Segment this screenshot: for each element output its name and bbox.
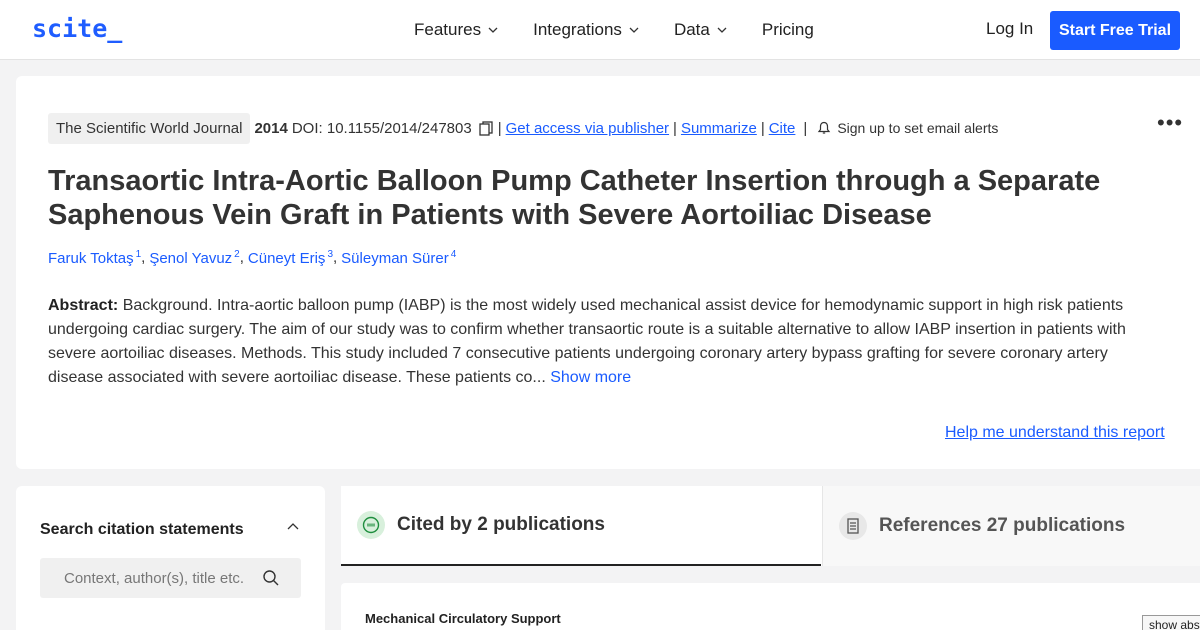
show-more-link[interactable]: Show more [550, 369, 631, 386]
search-heading: Search citation statements [40, 521, 244, 538]
nav-links: Features Integrations Data Pricing [414, 0, 814, 60]
nav-integrations[interactable]: Integrations [533, 20, 640, 40]
nav-data-label: Data [673, 20, 710, 39]
chevron-down-icon [629, 27, 639, 33]
nav-features-label: Features [414, 20, 482, 39]
nav-data[interactable]: Data [674, 20, 728, 40]
document-icon [839, 512, 867, 540]
nav-pricing[interactable]: Pricing [762, 20, 814, 40]
author-name: Cüneyt Eriş [247, 250, 326, 267]
tab-cited-by-label: Cited by 2 publications [397, 514, 605, 535]
author-name: Süleyman Sürer [341, 250, 449, 267]
search-box [40, 558, 301, 598]
search-icon[interactable] [262, 569, 280, 587]
login-link[interactable]: Log In [986, 19, 1033, 39]
author-name: Faruk Toktaş [48, 250, 134, 267]
abstract: Abstract: Background. Intra-aortic ballo… [48, 294, 1148, 390]
author-separator: , [239, 249, 244, 266]
chevron-up-icon[interactable] [286, 520, 300, 534]
author-separator: , [333, 249, 338, 266]
doi-text: DOI: 10.1155/2014/247803 [291, 119, 472, 137]
abstract-label: Abstract: [48, 297, 119, 314]
start-free-trial-button[interactable]: Start Free Trial [1050, 11, 1180, 50]
nav-pricing-label: Pricing [761, 20, 814, 39]
scite-logo[interactable]: scite_ [32, 14, 122, 43]
separator: | [760, 119, 765, 137]
author-separator: , [141, 249, 146, 266]
help-understand-link[interactable]: Help me understand this report [945, 424, 1165, 442]
separator: | [497, 119, 502, 137]
quote-bubble-icon [357, 511, 385, 539]
get-access-link[interactable]: Get access via publisher [506, 120, 669, 137]
chevron-down-icon [488, 27, 498, 33]
top-navigation: scite_ Features Integrations Data Pricin… [0, 0, 1200, 60]
author-link[interactable]: Şenol Yavuz 2 [149, 249, 239, 267]
separator: | [673, 119, 677, 137]
separator: | [803, 119, 808, 137]
paper-title: Transaortic Intra-Aortic Balloon Pump Ca… [48, 165, 1101, 231]
show-abstract-button[interactable]: show abstract [1142, 615, 1200, 630]
tab-references-label: References 27 publications [879, 515, 1126, 536]
author-list: Faruk Toktaş 1, Şenol Yavuz 2, Cüneyt Eriş… [48, 249, 456, 267]
paper-meta: The Scientific World Journal 2014 DOI: 1… [48, 112, 998, 144]
summarize-link[interactable]: Summarize [681, 120, 757, 137]
result-heading: Mechanical Circulatory Support [365, 611, 561, 626]
tab-references[interactable]: References 27 publications [822, 486, 1200, 566]
author-link[interactable]: Faruk Toktaş 1 [48, 249, 141, 267]
bell-icon[interactable] [817, 121, 831, 135]
author-link[interactable]: Cüneyt Eriş 3 [248, 249, 333, 267]
chevron-down-icon [717, 27, 727, 33]
paper-card: The Scientific World Journal 2014 DOI: 1… [16, 76, 1200, 469]
publication-year: 2014 [254, 119, 288, 137]
more-options-icon[interactable]: ••• [1157, 110, 1183, 136]
citation-search-panel: Search citation statements [16, 486, 325, 630]
cite-link[interactable]: Cite [769, 120, 796, 137]
journal-badge[interactable]: The Scientific World Journal [48, 112, 251, 144]
author-name: Şenol Yavuz [149, 250, 233, 267]
email-alerts-link[interactable]: Sign up to set email alerts [837, 120, 998, 136]
tab-cited-by[interactable]: Cited by 2 publications [341, 486, 821, 566]
author-affiliation: 4 [450, 249, 457, 260]
nav-integrations-label: Integrations [533, 20, 622, 39]
results-panel: Mechanical Circulatory Support show abst… [341, 583, 1200, 630]
copy-icon[interactable] [478, 120, 494, 136]
author-link[interactable]: Süleyman Sürer 4 [341, 249, 456, 267]
nav-features[interactable]: Features [414, 20, 499, 40]
citation-tabs: Cited by 2 publications References 27 pu… [341, 486, 1200, 566]
